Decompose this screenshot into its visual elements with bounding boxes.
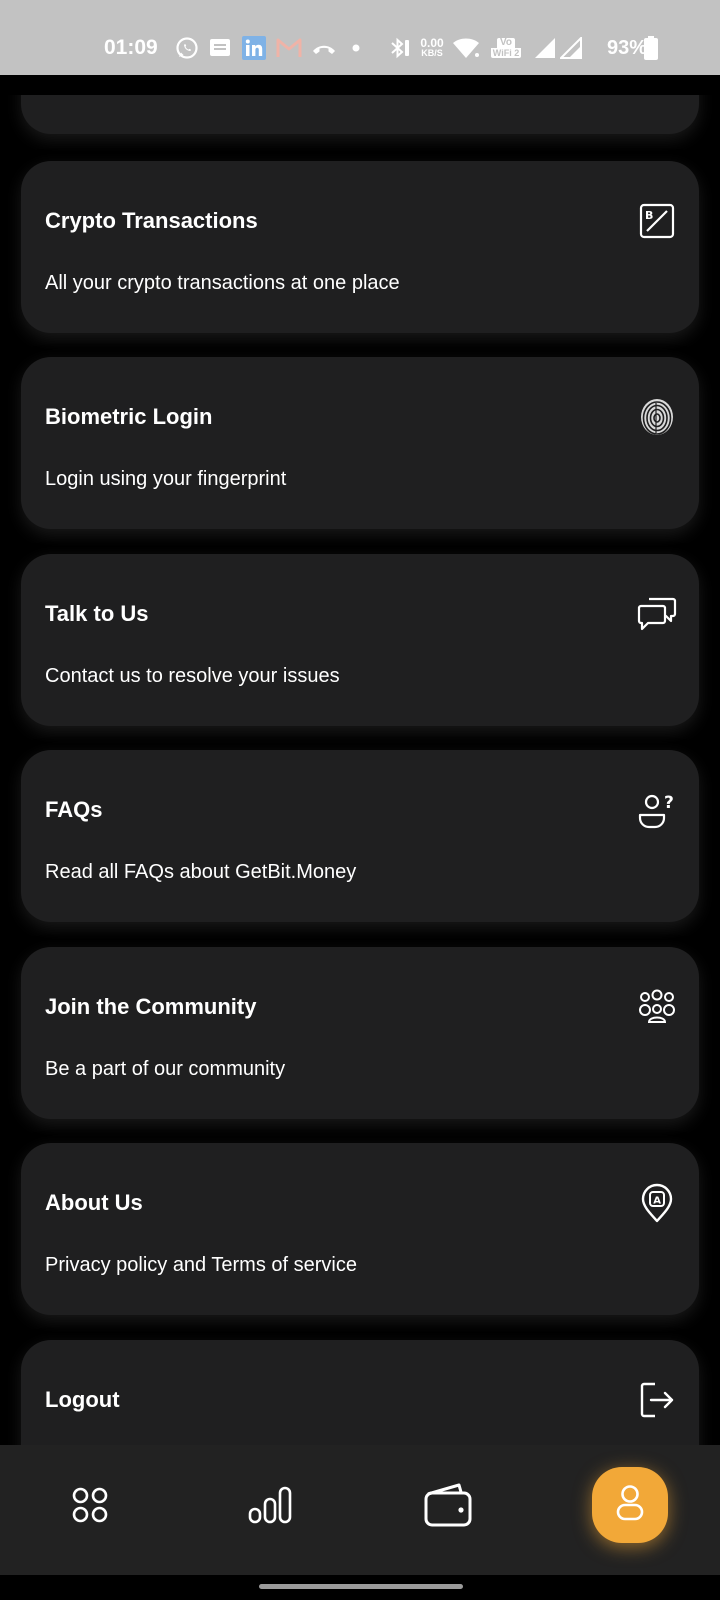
profile-icon — [615, 1484, 645, 1527]
card-title: Biometric Login — [45, 404, 213, 429]
wifi-icon — [452, 35, 480, 61]
message-icon — [208, 35, 232, 61]
nav-wallet-button[interactable] — [416, 1475, 480, 1539]
missed-call-icon — [311, 35, 337, 61]
card-title: About Us — [45, 1190, 143, 1215]
bluetooth-icon — [386, 35, 412, 61]
battery-icon — [643, 35, 659, 61]
menu-card-previous[interactable] — [21, 95, 699, 134]
card-title: Talk to Us — [45, 601, 149, 626]
card-title: FAQs — [45, 797, 103, 822]
card-subtitle: Read all FAQs about GetBit.Money — [45, 861, 357, 883]
card-subtitle: All your crypto transactions at one plac… — [45, 272, 400, 294]
linkedin-icon — [241, 35, 267, 61]
nav-home-button[interactable] — [58, 1475, 122, 1539]
gesture-handle[interactable] — [259, 1584, 463, 1589]
signal-icon — [558, 35, 584, 61]
crypto-transactions-icon: B — [637, 201, 677, 241]
gmail-icon — [276, 35, 302, 61]
menu-card-logout[interactable]: Logout — [21, 1340, 699, 1445]
signal-icon — [532, 35, 558, 61]
bottom-navigation — [0, 1445, 720, 1575]
menu-card-about-us[interactable]: About Us Privacy policy and Terms of ser… — [21, 1143, 699, 1315]
menu-card-faqs[interactable]: FAQs Read all FAQs about GetBit.Money ? — [21, 750, 699, 922]
card-title: Logout — [45, 1387, 120, 1412]
faq-icon: ? — [637, 790, 677, 830]
card-subtitle: Login using your fingerprint — [45, 468, 287, 490]
menu-card-talk-to-us[interactable]: Talk to Us Contact us to resolve your is… — [21, 554, 699, 726]
fingerprint-icon[interactable] — [637, 397, 677, 437]
card-subtitle: Be a part of our community — [45, 1058, 286, 1080]
logout-icon — [637, 1380, 677, 1420]
status-time: 01:09 — [104, 36, 158, 59]
menu-card-crypto-transactions[interactable]: Crypto Transactions All your crypto tran… — [21, 161, 699, 333]
chat-icon — [637, 594, 677, 634]
settings-menu-list[interactable]: Crypto Transactions All your crypto tran… — [0, 95, 720, 1445]
nav-stats-button[interactable] — [238, 1475, 302, 1539]
svg-text:?: ? — [664, 793, 674, 813]
wallet-icon — [423, 1482, 473, 1533]
svg-text:B: B — [645, 209, 653, 222]
whatsapp-icon — [174, 35, 200, 61]
card-subtitle: Privacy policy and Terms of service — [45, 1254, 357, 1276]
stats-icon — [248, 1485, 292, 1530]
menu-card-join-community[interactable]: Join the Community Be a part of our comm… — [21, 947, 699, 1119]
nav-profile-button[interactable] — [592, 1467, 668, 1543]
volte-wifi-badge: Vo WiFi 2 — [490, 37, 522, 58]
svg-text:A: A — [653, 1196, 661, 1207]
dot-icon — [350, 35, 362, 61]
card-title: Crypto Transactions — [45, 208, 258, 233]
card-title: Join the Community — [45, 994, 257, 1019]
about-location-icon: A — [637, 1183, 677, 1223]
apps-grid-icon — [71, 1486, 109, 1529]
gesture-area — [0, 1575, 720, 1600]
status-bar: 01:09 0.00 KB/S Vo WiFi 2 93% — [0, 0, 720, 75]
battery-percent: 93% — [607, 37, 648, 59]
card-subtitle: Contact us to resolve your issues — [45, 665, 340, 687]
community-icon — [637, 987, 677, 1027]
menu-card-biometric-login[interactable]: Biometric Login Login using your fingerp… — [21, 357, 699, 529]
network-speed: 0.00 KB/S — [420, 36, 444, 58]
